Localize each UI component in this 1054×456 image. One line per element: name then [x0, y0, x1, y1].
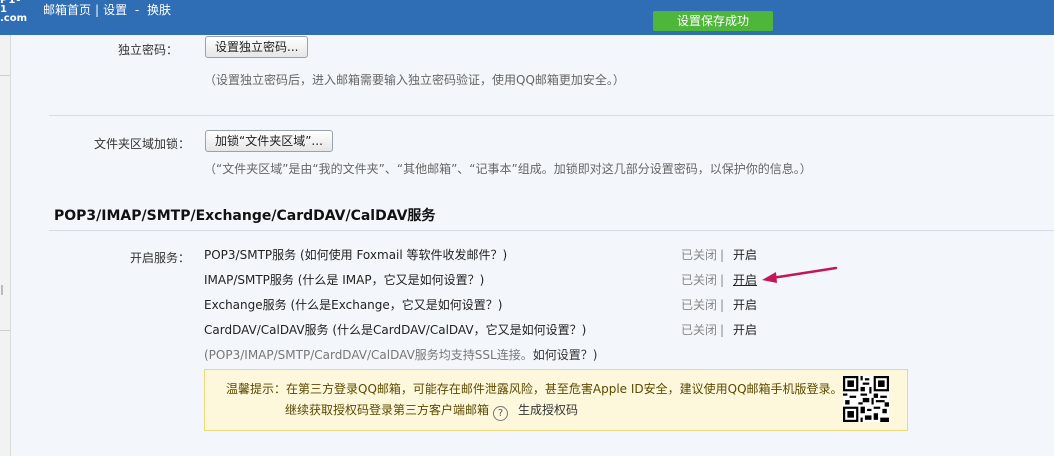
status-separator: | — [720, 298, 725, 312]
nav-settings-link[interactable]: 设置 — [103, 3, 127, 17]
service-status: 已关闭 | — [681, 246, 727, 263]
sidebar-divider — [0, 330, 10, 331]
nav-mail-home-link[interactable]: 邮箱首页 — [43, 3, 91, 17]
service-name: IMAP/SMTP服务 — [204, 273, 294, 287]
services-section-title: POP3/IMAP/SMTP/Exchange/CardDAV/CalDAV服务 — [54, 208, 436, 224]
nav-skin-link[interactable]: 换肤 — [147, 3, 171, 17]
status-separator: | — [720, 248, 725, 262]
status-closed: 已关闭 — [681, 248, 718, 262]
left-sidebar-edge — [0, 35, 11, 456]
service-exchange: Exchange服务 (什么是Exchange，它又是如何设置？) — [204, 296, 502, 313]
logo-text-line1: P1-1 — [0, 0, 22, 15]
enable-exchange-link[interactable]: 开启 — [733, 296, 757, 313]
service-name: POP3/SMTP服务 — [204, 248, 297, 262]
service-name: CardDAV/CalDAV服务 — [204, 323, 329, 337]
tip-warning-text: 温馨提示：在第三方登录QQ邮箱，可能存在邮件泄露风险，甚至危害Apple ID安… — [226, 382, 843, 396]
independent-password-note: （设置独立密码后，进入邮箱需要输入独立密码验证，使用QQ邮箱更加安全。） — [204, 73, 625, 87]
top-bar: P1-1 .com 邮箱首页 | 设置 - 换肤 设置保存成功 — [0, 0, 1054, 35]
service-help-link[interactable]: (什么是Exchange，它又是如何设置？) — [287, 298, 502, 312]
service-imap-smtp: IMAP/SMTP服务 (什么是 IMAP，它又是如何设置？) — [204, 271, 484, 288]
generate-auth-code-link[interactable]: 生成授权码 — [518, 403, 578, 417]
service-help-link[interactable]: (什么是CardDAV/CalDAV，它又是如何设置？) — [329, 323, 586, 337]
ssl-note-text: (POP3/IMAP/SMTP/CardDAV/CalDAV服务均支持SSL连接… — [204, 348, 533, 362]
help-question-icon[interactable]: ? — [493, 406, 509, 421]
status-closed: 已关闭 — [681, 298, 718, 312]
enable-pop3-smtp-link[interactable]: 开启 — [733, 246, 757, 263]
enable-imap-smtp-link[interactable]: 开启 — [733, 271, 757, 288]
arrow-head — [762, 272, 777, 283]
annotation-arrow-icon — [762, 266, 838, 283]
independent-password-label: 独立密码： — [118, 43, 179, 57]
save-success-toast: 设置保存成功 — [653, 11, 773, 31]
arrow-shaft — [770, 266, 838, 280]
status-separator: | — [720, 273, 725, 287]
enable-services-label: 开启服务： — [130, 251, 191, 265]
service-carddav-caldav: CardDAV/CalDAV服务 (什么是CardDAV/CalDAV，它又是如… — [204, 321, 586, 338]
section-divider — [49, 115, 1054, 116]
service-name: Exchange服务 — [204, 298, 287, 312]
status-closed: 已关闭 — [681, 323, 718, 337]
service-pop3-smtp: POP3/SMTP服务 (如何使用 Foxmail 等软件收发邮件？) — [204, 246, 507, 263]
set-independent-password-button[interactable]: 设置独立密码... — [205, 36, 309, 58]
mail-logo[interactable]: P1-1 .com — [0, 0, 28, 24]
folder-lock-label: 文件夹区域加锁： — [94, 137, 191, 151]
sidebar-scroll-mark[interactable] — [1, 285, 3, 295]
ssl-how-to-link[interactable]: 如何设置？) — [533, 348, 598, 362]
tip-authcode-text: 继续获取授权码登录第三方客户端邮箱 — [285, 403, 490, 417]
service-status: 已关闭 | — [681, 321, 727, 338]
ssl-support-note: (POP3/IMAP/SMTP/CardDAV/CalDAV服务均支持SSL连接… — [204, 346, 597, 363]
service-status: 已关闭 | — [681, 296, 727, 313]
top-nav: 邮箱首页 | 设置 - 换肤 — [43, 1, 171, 18]
status-separator: | — [720, 323, 725, 337]
lock-folder-area-button[interactable]: 加锁“文件夹区域”... — [205, 130, 333, 152]
folder-lock-note: （“文件夹区域”是由“我的文件夹”、“其他邮箱”、“记事本”组成。加锁即对这几部… — [204, 162, 812, 176]
nav-separator: - — [131, 3, 144, 17]
warm-tip-box: 温馨提示：在第三方登录QQ邮箱，可能存在邮件泄露风险，甚至危害Apple ID安… — [204, 369, 908, 431]
service-status: 已关闭 | — [681, 271, 727, 288]
nav-separator: | — [95, 3, 100, 17]
enable-carddav-caldav-link[interactable]: 开启 — [733, 321, 757, 338]
tip-authcode-line: 继续获取授权码登录第三方客户端邮箱? 生成授权码 — [285, 401, 578, 421]
status-closed: 已关闭 — [681, 273, 718, 287]
section-divider — [49, 230, 1054, 231]
qr-code-icon[interactable] — [843, 376, 889, 422]
sidebar-divider — [0, 75, 10, 76]
service-help-link[interactable]: (如何使用 Foxmail 等软件收发邮件？) — [296, 248, 507, 262]
logo-text-line2: .com — [0, 13, 28, 24]
service-help-link[interactable]: (什么是 IMAP，它又是如何设置？) — [294, 273, 485, 287]
